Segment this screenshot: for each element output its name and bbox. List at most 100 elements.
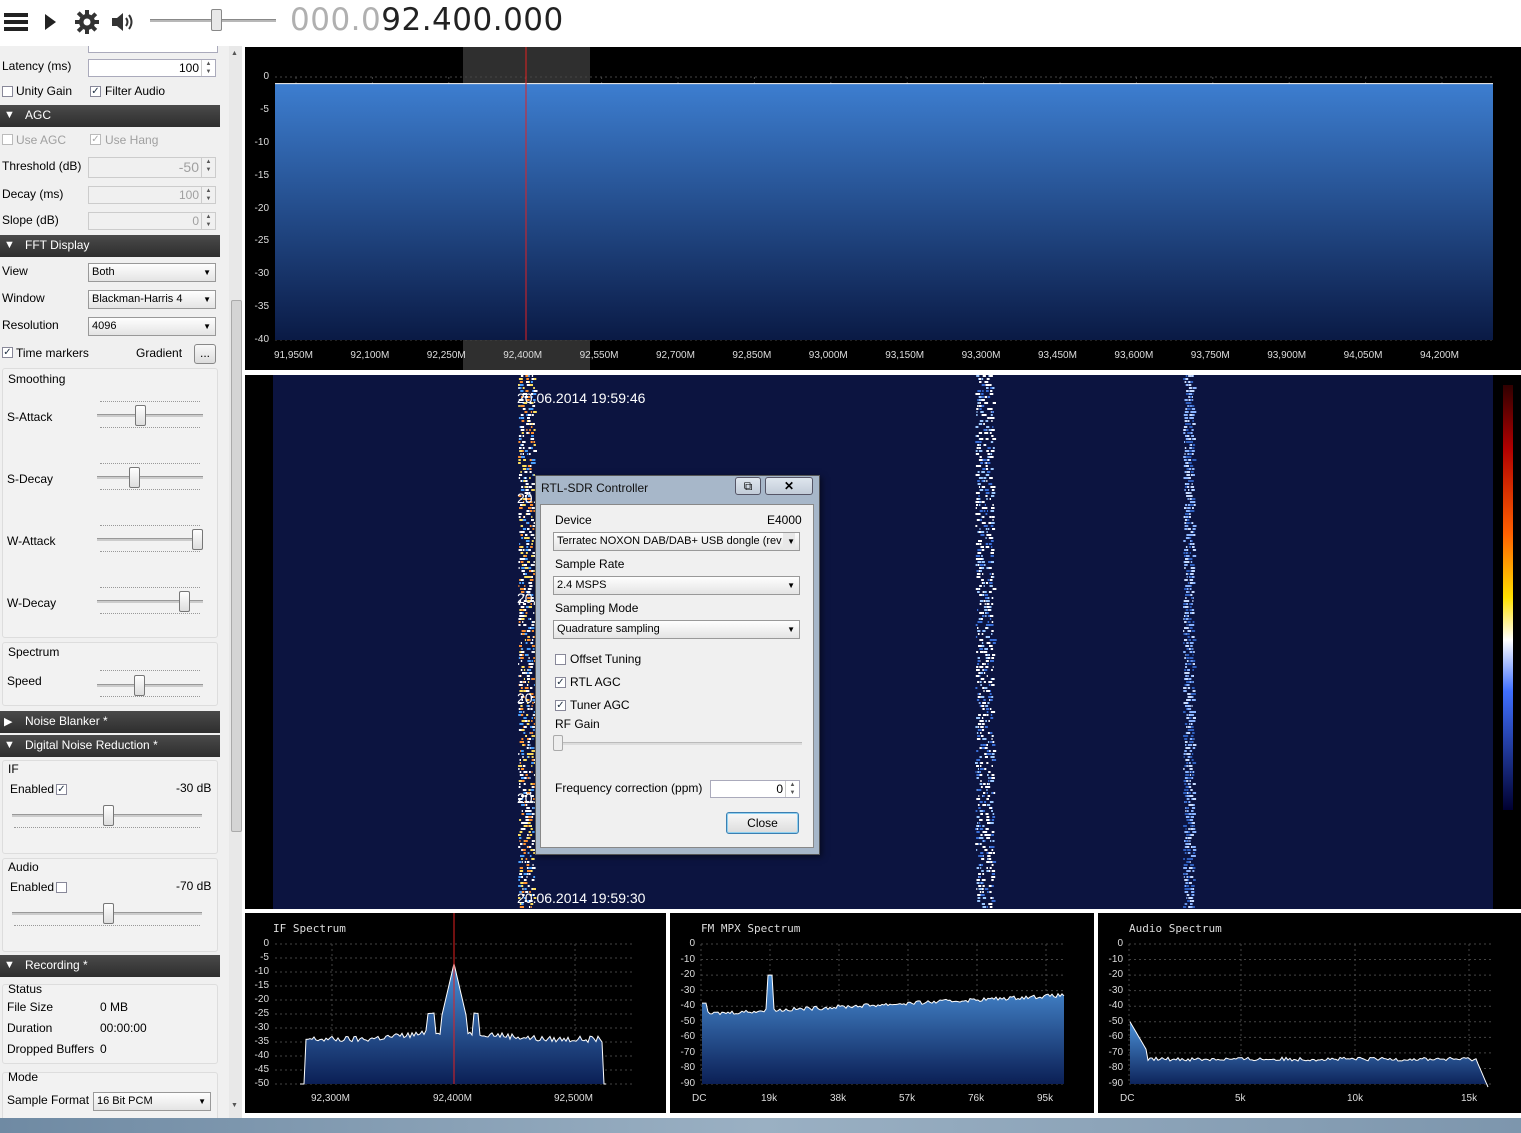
- mpx-spectrum-panel[interactable]: FM MPX Spectrum 0 -10 -20 -30 -40 -50 -60 -70 -8…: [670, 913, 1094, 1113]
- latency-spinner[interactable]: ▲ ▼: [201, 60, 215, 76]
- waterfall-signal-pixel: [1187, 621, 1190, 623]
- waterfall-signal-pixel: [1192, 792, 1197, 794]
- waterfall-signal-pixel: [520, 657, 524, 659]
- y-tick-label: -20: [1108, 969, 1123, 981]
- frequency-correction-spinner[interactable]: ▲ ▼: [785, 781, 799, 797]
- window-select[interactable]: Blackman-Harris 4 ▼: [88, 290, 216, 309]
- waterfall-signal-pixel: [521, 651, 525, 653]
- w-attack-slider[interactable]: [97, 538, 203, 541]
- frequency-display[interactable]: 000.092.400.000: [290, 2, 564, 38]
- play-icon[interactable]: [40, 8, 60, 36]
- waterfall-signal-pixel: [992, 447, 995, 449]
- decay-spinner[interactable]: ▲ ▼: [201, 187, 215, 203]
- dnr-section-header[interactable]: ▼ Digital Noise Reduction *: [0, 735, 220, 757]
- waterfall-signal-pixel: [986, 792, 988, 794]
- volume-slider-thumb[interactable]: [211, 9, 222, 31]
- waterfall-signal-pixel: [1188, 804, 1191, 806]
- waterfall-signal-pixel: [518, 780, 522, 782]
- s-decay-slider[interactable]: [97, 476, 203, 479]
- waterfall-signal-pixel: [1189, 819, 1194, 821]
- waterfall-signal-pixel: [979, 819, 983, 821]
- main-spectrum-plot[interactable]: [245, 47, 1521, 370]
- close-button[interactable]: Close: [726, 812, 799, 834]
- waterfall-signal-pixel: [981, 633, 984, 635]
- if-enabled-checkbox[interactable]: ✓: [56, 784, 67, 795]
- speed-slider[interactable]: [97, 684, 203, 687]
- waterfall-signal-pixel: [986, 636, 990, 638]
- waterfall-signal-pixel: [979, 612, 983, 614]
- frequency-correction-input[interactable]: 0 ▲ ▼: [710, 780, 800, 798]
- waterfall-signal-pixel: [529, 777, 531, 779]
- device-select[interactable]: Terratec NOXON DAB/DAB+ USB dongle (rev ▼: [553, 532, 800, 551]
- waterfall-signal-pixel: [529, 672, 533, 674]
- latency-input[interactable]: 100 ▲ ▼: [88, 59, 216, 77]
- recording-section-header[interactable]: ▼ Recording *: [0, 955, 220, 977]
- restore-window-icon[interactable]: ⧉: [735, 477, 761, 495]
- w-attack-thumb[interactable]: [192, 529, 203, 550]
- s-attack-slider[interactable]: [97, 414, 203, 417]
- waterfall-panel[interactable]: 20.06.2014 19:59:4620.06.2014 19:59:4320…: [245, 375, 1521, 909]
- waterfall-signal-pixel: [528, 669, 532, 671]
- view-select[interactable]: Both ▼: [88, 263, 216, 282]
- waterfall-signal-pixel: [520, 561, 524, 563]
- waterfall-signal-pixel: [988, 852, 993, 854]
- waterfall-signal-pixel: [990, 822, 994, 824]
- waterfall-signal-pixel: [986, 789, 988, 791]
- waterfall-signal-pixel: [1186, 603, 1189, 605]
- scroll-down-icon[interactable]: ▼: [231, 1102, 238, 1109]
- control-panel-scrollbar[interactable]: ▲ ▼: [229, 46, 242, 1118]
- sample-rate-select[interactable]: 2.4 MSPS ▼: [553, 576, 800, 595]
- gradient-button[interactable]: ...: [194, 344, 216, 364]
- scrollbar-thumb[interactable]: [231, 300, 242, 832]
- audio-spectrum-panel[interactable]: Audio Spectrum 0 -10 -20 -30 -40 -50 -60 -70 -80…: [1098, 913, 1521, 1113]
- audio-enabled-checkbox[interactable]: [56, 882, 67, 893]
- waterfall-signal-pixel: [987, 396, 991, 398]
- s-decay-thumb[interactable]: [129, 467, 140, 488]
- use-hang-checkbox[interactable]: ✓: [90, 134, 101, 145]
- resolution-select[interactable]: 4096 ▼: [88, 317, 216, 336]
- w-decay-thumb[interactable]: [179, 591, 190, 612]
- if-spectrum-panel[interactable]: IF Spectrum 0 -5 -10 -15 -20 -25 -30 -35 -40 -45-…: [245, 913, 666, 1113]
- fft-display-section-header[interactable]: ▼ FFT Display: [0, 235, 220, 257]
- filter-audio-checkbox[interactable]: ✓: [90, 86, 101, 97]
- waterfall-signal-pixel: [989, 579, 993, 581]
- sample-format-select[interactable]: 16 Bit PCM ▼: [93, 1092, 211, 1111]
- waterfall-signal-pixel: [527, 834, 529, 836]
- hamburger-icon[interactable]: [2, 8, 30, 36]
- main-spectrum-panel[interactable]: 0 -5 -10 -15 -20 -25 -30 -35 -40 91,950M 92,100M 9…: [245, 47, 1521, 370]
- if-thumb[interactable]: [103, 805, 114, 826]
- threshold-input[interactable]: -50 ▲ ▼: [88, 157, 216, 178]
- waterfall-signal-pixel: [1184, 549, 1187, 551]
- waterfall-color-bar: [1503, 385, 1513, 810]
- offset-tuning-label: Offset Tuning: [570, 652, 642, 666]
- waterfall-signal-pixel: [1185, 786, 1189, 788]
- rf-gain-thumb[interactable]: [553, 735, 563, 751]
- waterfall-signal-pixel: [1184, 615, 1186, 617]
- tuner-agc-checkbox[interactable]: ✓: [555, 700, 566, 711]
- use-agc-checkbox[interactable]: [2, 134, 13, 145]
- waterfall-signal-pixel: [976, 717, 979, 719]
- close-window-icon[interactable]: ✕: [765, 477, 813, 495]
- agc-section-header[interactable]: ▼ AGC: [0, 105, 220, 127]
- gear-icon[interactable]: [72, 8, 102, 36]
- decay-input[interactable]: 100 ▲ ▼: [88, 186, 216, 204]
- rf-gain-slider[interactable]: [553, 742, 802, 745]
- offset-tuning-checkbox[interactable]: [555, 654, 566, 665]
- scroll-up-icon[interactable]: ▲: [231, 50, 238, 57]
- threshold-spinner[interactable]: ▲ ▼: [201, 158, 215, 177]
- speed-thumb[interactable]: [134, 675, 145, 696]
- time-markers-checkbox[interactable]: ✓: [2, 347, 13, 358]
- slope-spinner[interactable]: ▲ ▼: [201, 213, 215, 229]
- waterfall-signal-pixel: [1186, 522, 1190, 524]
- s-attack-thumb[interactable]: [135, 405, 146, 426]
- audio-thumb[interactable]: [103, 903, 114, 924]
- y-tick-label: -70: [680, 1046, 695, 1058]
- waterfall-signal-pixel: [981, 642, 984, 644]
- slope-input[interactable]: 0 ▲ ▼: [88, 212, 216, 230]
- unity-gain-checkbox[interactable]: [2, 86, 13, 97]
- slider-ticks: [100, 427, 200, 432]
- noise-blanker-section-header[interactable]: ▶ Noise Blanker *: [0, 711, 220, 733]
- sampling-mode-select[interactable]: Quadrature sampling ▼: [553, 620, 800, 639]
- rtl-agc-checkbox[interactable]: ✓: [555, 677, 566, 688]
- speaker-icon[interactable]: [108, 8, 138, 36]
